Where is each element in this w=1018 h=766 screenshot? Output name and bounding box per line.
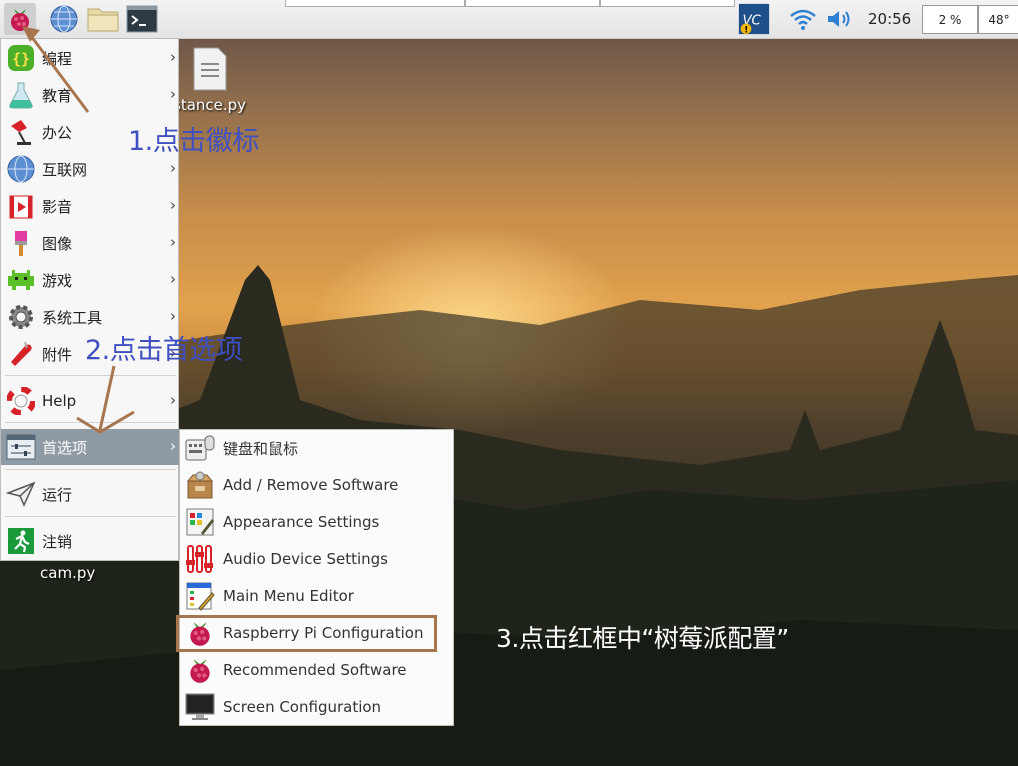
arrowhead-logo xyxy=(22,26,40,42)
arrow-to-logo xyxy=(26,31,90,113)
annotation-step2: 2.点击首选项 xyxy=(85,335,243,366)
annotation-step1: 1.点击徽标 xyxy=(128,126,259,157)
annotation-step3: 3.点击红框中“树莓派配置” xyxy=(496,624,789,653)
arrow-to-preferences xyxy=(98,365,116,431)
arrowhead-preferences xyxy=(76,410,135,434)
